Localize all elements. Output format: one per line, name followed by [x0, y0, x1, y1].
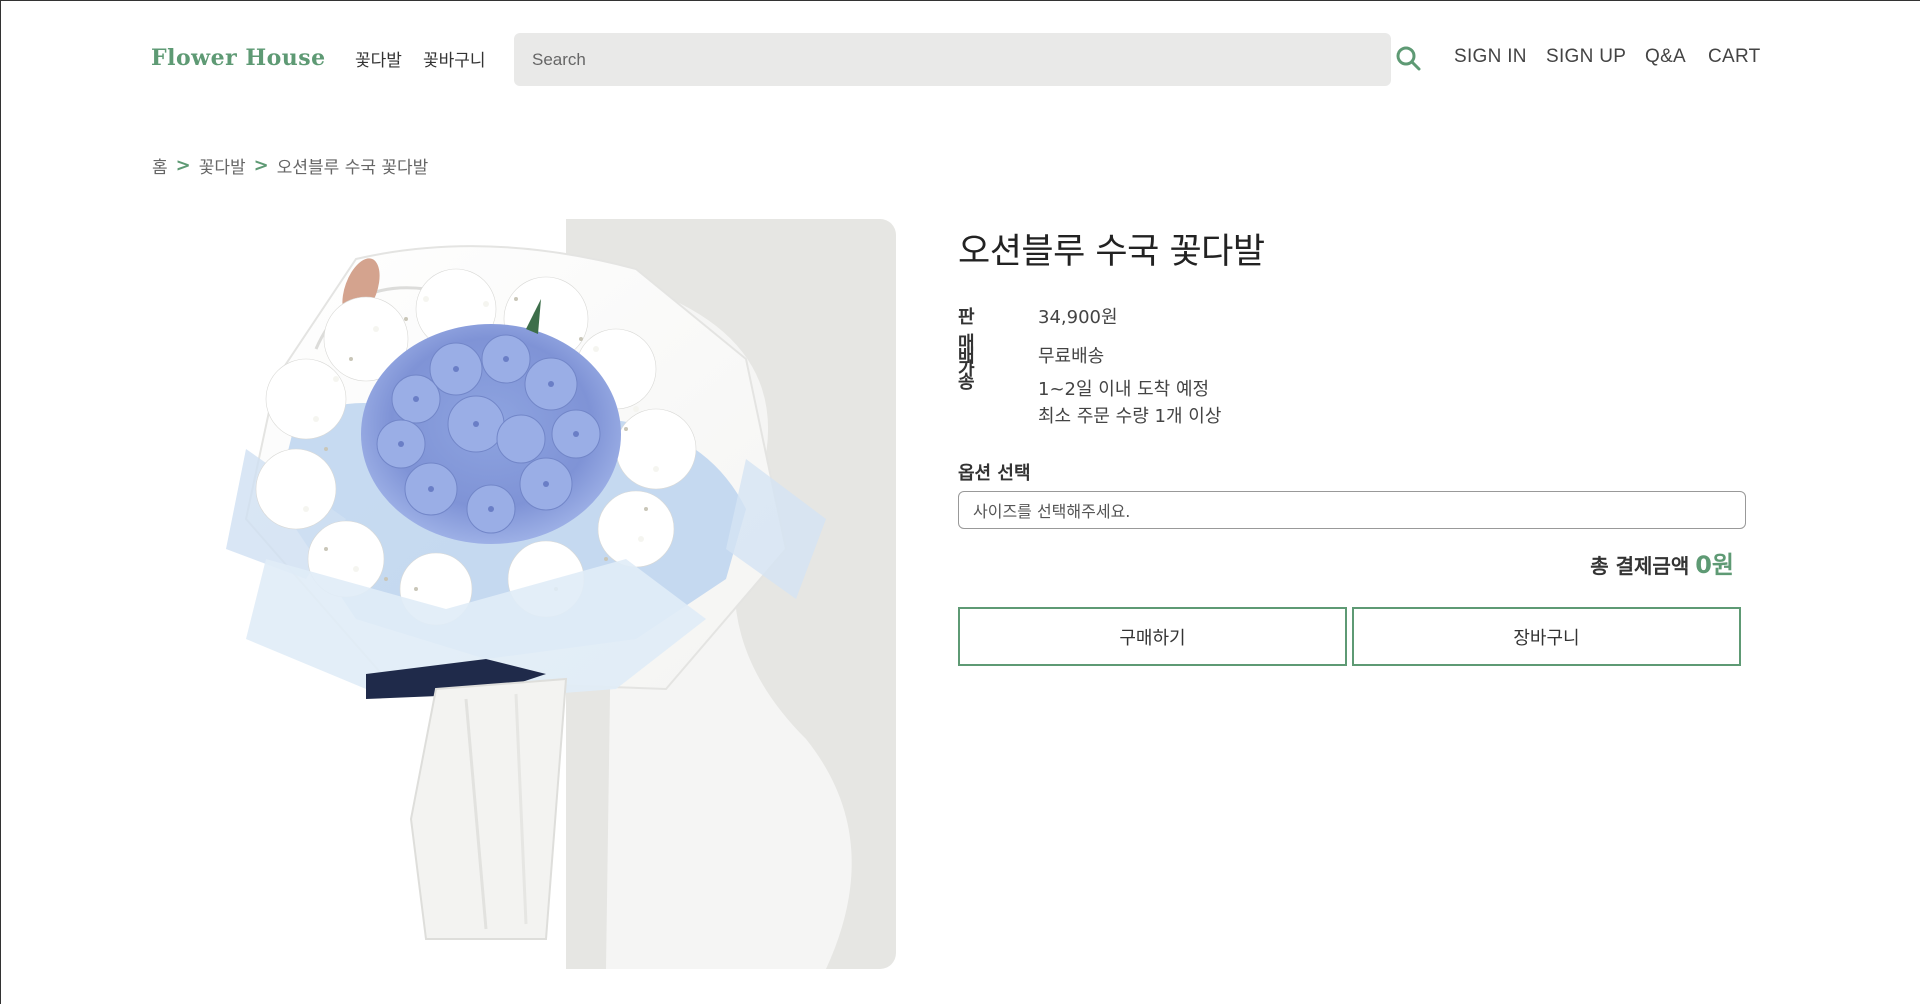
- product-info: 오션블루 수국 꽃다발 판매가 34,900원 배송 무료배송 1~2일 이내 …: [958, 219, 1748, 666]
- size-select-placeholder: 사이즈를 선택해주세요.: [973, 502, 1131, 521]
- shipping-label: 배송: [958, 346, 975, 393]
- site-header: Flower House 꽃다발 꽃바구니 SIGN IN SIGN UP Q&…: [1, 1, 1920, 116]
- total-price: 총 결제금액 0원: [1590, 545, 1734, 580]
- total-label: 총 결제금액: [1590, 554, 1690, 578]
- sign-in-link[interactable]: SIGN IN: [1454, 46, 1527, 68]
- qa-link[interactable]: Q&A: [1645, 46, 1686, 68]
- product-title: 오션블루 수국 꽃다발: [958, 232, 1265, 272]
- buy-button[interactable]: 구매하기: [958, 607, 1347, 666]
- search-input[interactable]: [514, 33, 1391, 86]
- nav-link-bouquet[interactable]: 꽃다발: [355, 46, 402, 71]
- option-label: 옵션 선택: [958, 463, 1031, 484]
- breadcrumb-category[interactable]: 꽃다발: [199, 153, 246, 178]
- total-value: 0원: [1695, 551, 1734, 579]
- shipping-free: 무료배송: [1038, 346, 1105, 367]
- breadcrumb-separator: >: [253, 155, 269, 176]
- price-value: 34,900원: [1038, 307, 1118, 328]
- nav-link-basket[interactable]: 꽃바구니: [423, 46, 486, 71]
- add-to-cart-button[interactable]: 장바구니: [1352, 607, 1741, 666]
- site-logo[interactable]: Flower House: [151, 45, 326, 71]
- breadcrumb: 홈 > 꽃다발 > 오션블루 수국 꽃다발: [152, 153, 428, 178]
- cart-link[interactable]: CART: [1708, 46, 1761, 68]
- breadcrumb-separator: >: [175, 155, 191, 176]
- product-image: [186, 219, 896, 969]
- size-select[interactable]: 사이즈를 선택해주세요.: [958, 491, 1746, 529]
- shipping-eta: 1~2일 이내 도착 예정: [1038, 379, 1210, 400]
- sign-up-link[interactable]: SIGN UP: [1546, 46, 1626, 68]
- bouquet-illustration: [186, 219, 896, 969]
- min-order: 최소 주문 수량 1개 이상: [1038, 406, 1222, 427]
- breadcrumb-home[interactable]: 홈: [152, 153, 168, 178]
- breadcrumb-current: 오션블루 수국 꽃다발: [276, 158, 429, 178]
- search-icon[interactable]: [1395, 45, 1423, 73]
